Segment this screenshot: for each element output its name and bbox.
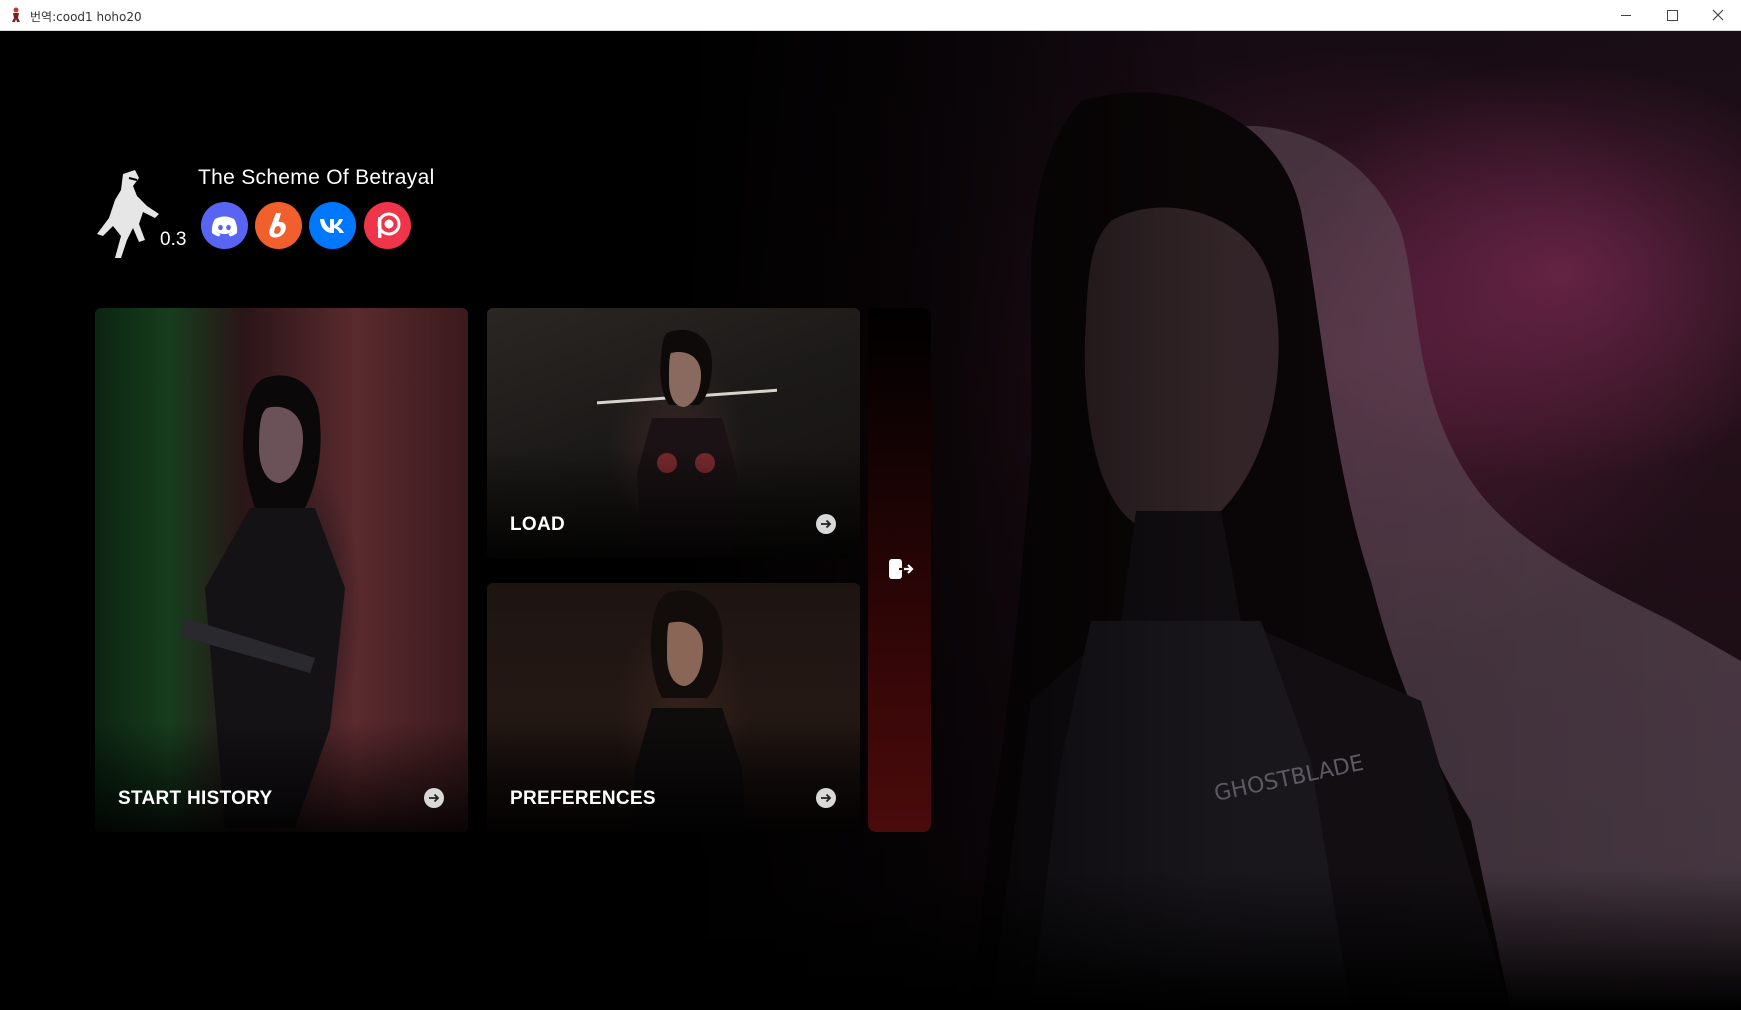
exit-icon <box>889 559 914 579</box>
boosty-icon <box>269 213 286 238</box>
vk-button[interactable] <box>309 202 356 249</box>
game-viewport: GHOSTBLADE The Scheme Of Betrayal 0.3 <box>1 31 1741 1010</box>
minimize-icon <box>1621 15 1631 16</box>
window-title: 번역:cood1 hoho20 <box>30 10 142 24</box>
maximize-icon <box>1667 10 1678 21</box>
start-history-card[interactable]: START HISTORY <box>95 308 468 832</box>
window-titlebar: 번역:cood1 hoho20 <box>0 0 1741 31</box>
close-icon <box>1712 9 1724 21</box>
card-shade <box>487 448 860 558</box>
app-icon <box>12 7 20 22</box>
discord-icon <box>211 216 238 237</box>
preferences-label: PREFERENCES <box>510 788 656 809</box>
arrow-right-icon <box>821 793 832 803</box>
discord-button[interactable] <box>201 202 248 249</box>
load-label: LOAD <box>510 514 566 535</box>
start-history-label: START HISTORY <box>118 788 273 809</box>
ninja-logo-icon <box>97 170 159 258</box>
minimize-button[interactable] <box>1603 0 1649 30</box>
start-history-arrow <box>424 788 444 808</box>
close-button[interactable] <box>1695 0 1741 30</box>
card-shade <box>487 722 860 832</box>
game-version: 0.3 <box>160 229 187 250</box>
patreon-icon <box>377 212 401 238</box>
load-card[interactable]: LOAD <box>487 308 860 558</box>
vk-icon <box>320 219 344 233</box>
patreon-button[interactable] <box>364 202 411 249</box>
background-bottom-fade <box>1 870 1741 1010</box>
game-title: The Scheme Of Betrayal <box>198 166 435 189</box>
boosty-button[interactable] <box>255 202 302 249</box>
preferences-arrow <box>816 788 836 808</box>
arrow-right-icon <box>821 519 832 529</box>
load-arrow <box>816 514 836 534</box>
arrow-right-icon <box>429 793 440 803</box>
maximize-button[interactable] <box>1649 0 1695 30</box>
card-shade <box>95 722 468 832</box>
preferences-card[interactable]: PREFERENCES <box>487 583 860 832</box>
exit-button[interactable] <box>868 308 931 832</box>
